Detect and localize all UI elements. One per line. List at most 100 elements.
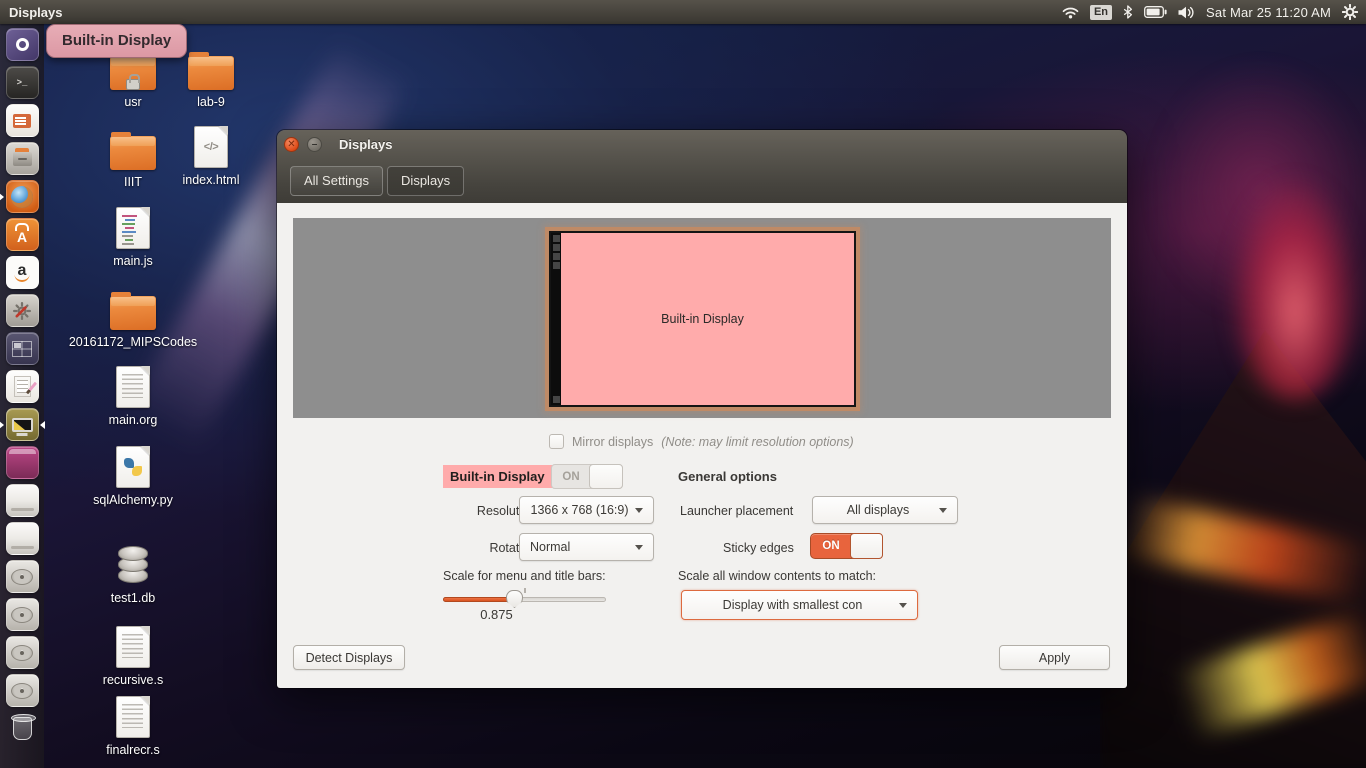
desktop-icon-label: index.html	[183, 173, 240, 187]
monitor-preview[interactable]: Built-in Display	[549, 231, 856, 407]
drive-icon	[6, 484, 39, 517]
launcher-item-disk-3[interactable]	[3, 636, 41, 669]
slider-handle[interactable]	[506, 590, 523, 608]
scale-all-value: Display with smallest con	[692, 598, 893, 612]
mirror-displays-checkbox[interactable]	[549, 434, 564, 449]
window-content: Built-in Display Mirror displays (Note: …	[277, 203, 1127, 688]
mirror-displays-note: (Note: may limit resolution options)	[661, 435, 853, 449]
launcher-item-disk-4[interactable]	[3, 674, 41, 707]
launcher-item-dash-home[interactable]	[3, 28, 41, 61]
desktop-icon-finalrecr-s[interactable]: finalrecr.s	[78, 694, 188, 757]
desktop-icon-label: finalrecr.s	[106, 743, 160, 757]
sticky-edges-toggle[interactable]: ON	[810, 533, 883, 559]
desktop-icon-test1-db[interactable]: test1.db	[78, 542, 188, 605]
sticky-edges-label: Sticky edges	[723, 541, 794, 555]
trash-icon	[6, 712, 39, 745]
desktop-icon-label: recursive.s	[103, 673, 163, 687]
text-file-icon	[116, 366, 150, 408]
slider-tick	[524, 588, 526, 593]
launcher-item-terminal[interactable]: >_	[3, 66, 41, 99]
launcher-item-disk-2[interactable]	[3, 598, 41, 631]
mirror-displays-row: Mirror displays (Note: may limit resolut…	[549, 434, 854, 449]
scale-all-dropdown[interactable]: Display with smallest con	[681, 590, 918, 620]
window-header: ✕ – Displays All Settings Displays	[277, 130, 1127, 203]
launcher-item-trash[interactable]	[3, 712, 41, 745]
launcher-placement-label: Launcher placement	[680, 504, 793, 518]
window-title: Displays	[339, 137, 392, 152]
minimize-button[interactable]: –	[307, 137, 322, 152]
database-file-icon	[118, 546, 148, 586]
text-file-icon	[116, 626, 150, 668]
launcher-item-drive-1[interactable]	[3, 484, 41, 517]
running-indicator-arrow	[0, 193, 4, 201]
purple-app-icon	[6, 446, 39, 479]
apply-button[interactable]: Apply	[999, 645, 1110, 670]
launcher-item-system-settings[interactable]	[3, 294, 41, 327]
desktop-icon-main-org[interactable]: main.org	[78, 364, 188, 427]
disk-icon	[6, 560, 39, 593]
clock[interactable]: Sat Mar 25 11:20 AM	[1206, 5, 1331, 20]
close-button[interactable]: ✕	[284, 137, 299, 152]
wallpaper-glow	[1230, 180, 1360, 400]
toggle-handle	[850, 533, 883, 559]
code-file-icon	[116, 207, 150, 249]
desktop-icon-main-js[interactable]: main.js	[78, 205, 188, 268]
monitor-preview-label: Built-in Display	[661, 312, 744, 326]
desktop-icon-sqlalchemy-py[interactable]: sqlAlchemy.py	[68, 444, 198, 507]
keyboard-layout-indicator[interactable]: En	[1090, 5, 1112, 20]
battery-icon[interactable]	[1144, 6, 1167, 18]
bluetooth-icon[interactable]	[1123, 5, 1133, 19]
launcher-item-workspace-switcher[interactable]	[3, 332, 41, 365]
launcher-item-drive-2[interactable]	[3, 522, 41, 555]
session-gear-icon[interactable]	[1342, 4, 1358, 20]
focused-indicator-arrow	[40, 421, 45, 429]
unity-launcher: >_ A a	[0, 24, 44, 768]
volume-icon[interactable]	[1178, 6, 1195, 19]
launcher-item-software-center[interactable]: A	[3, 218, 41, 251]
scale-slider[interactable]	[443, 591, 606, 607]
launcher-item-text-editor[interactable]	[3, 370, 41, 403]
display-name-badge: Built-in Display	[443, 465, 552, 488]
launcher-item-firefox[interactable]	[3, 180, 41, 213]
file-cabinet-icon	[6, 142, 39, 175]
desktop-icon-mipscodes[interactable]: 20161172_MIPSCodes	[58, 286, 208, 349]
libreoffice-impress-icon	[6, 104, 39, 137]
toggle-on-label: ON	[552, 465, 590, 488]
html-file-icon: </>	[194, 126, 228, 168]
launcher-tooltip: Built-in Display	[46, 24, 187, 58]
wifi-icon[interactable]	[1062, 6, 1079, 19]
launcher-item-file-cabinet[interactable]	[3, 142, 41, 175]
launcher-item-purple-app[interactable]	[3, 446, 41, 479]
lock-emblem-icon	[126, 79, 140, 90]
text-editor-icon	[6, 370, 39, 403]
chevron-down-icon	[635, 508, 643, 513]
all-settings-button[interactable]: All Settings	[290, 166, 383, 196]
launcher-item-disk-1[interactable]	[3, 560, 41, 593]
display-power-toggle[interactable]: ON	[551, 464, 623, 489]
desktop-icon-recursive-s[interactable]: recursive.s	[78, 624, 188, 687]
launcher-item-amazon[interactable]: a	[3, 256, 41, 289]
launcher-placement-dropdown[interactable]: All displays	[812, 496, 958, 524]
software-center-icon: A	[6, 218, 39, 251]
launcher-placement-value: All displays	[823, 503, 933, 517]
disk-icon	[6, 636, 39, 669]
desktop-icon-label: 20161172_MIPSCodes	[69, 335, 197, 349]
toggle-handle	[589, 464, 623, 489]
desktop-icon-label: lab-9	[197, 95, 225, 109]
current-panel-button[interactable]: Displays	[387, 166, 464, 196]
desktop-icon-label: main.js	[113, 254, 153, 268]
launcher-item-libreoffice-impress[interactable]	[3, 104, 41, 137]
focused-app-title: Displays	[9, 5, 62, 20]
window-titlebar[interactable]: ✕ – Displays	[277, 130, 1127, 158]
launcher-item-displays-settings[interactable]	[3, 408, 41, 441]
desktop-icon-label: main.org	[109, 413, 158, 427]
workspace-switcher-icon	[6, 332, 39, 365]
desktop-icon-index-html[interactable]: </> index.html	[156, 124, 266, 187]
drive-icon	[6, 522, 39, 555]
resolution-dropdown[interactable]: 1366 x 768 (16:9)	[519, 496, 654, 524]
mirror-displays-label: Mirror displays	[572, 435, 653, 449]
detect-displays-button[interactable]: Detect Displays	[293, 645, 405, 670]
indicator-tray: En Sat Mar 25 11:20 AM	[1062, 4, 1366, 20]
top-menu-bar: Displays En Sat Mar 25 11:20 AM	[0, 0, 1366, 24]
rotation-dropdown[interactable]: Normal	[519, 533, 654, 561]
